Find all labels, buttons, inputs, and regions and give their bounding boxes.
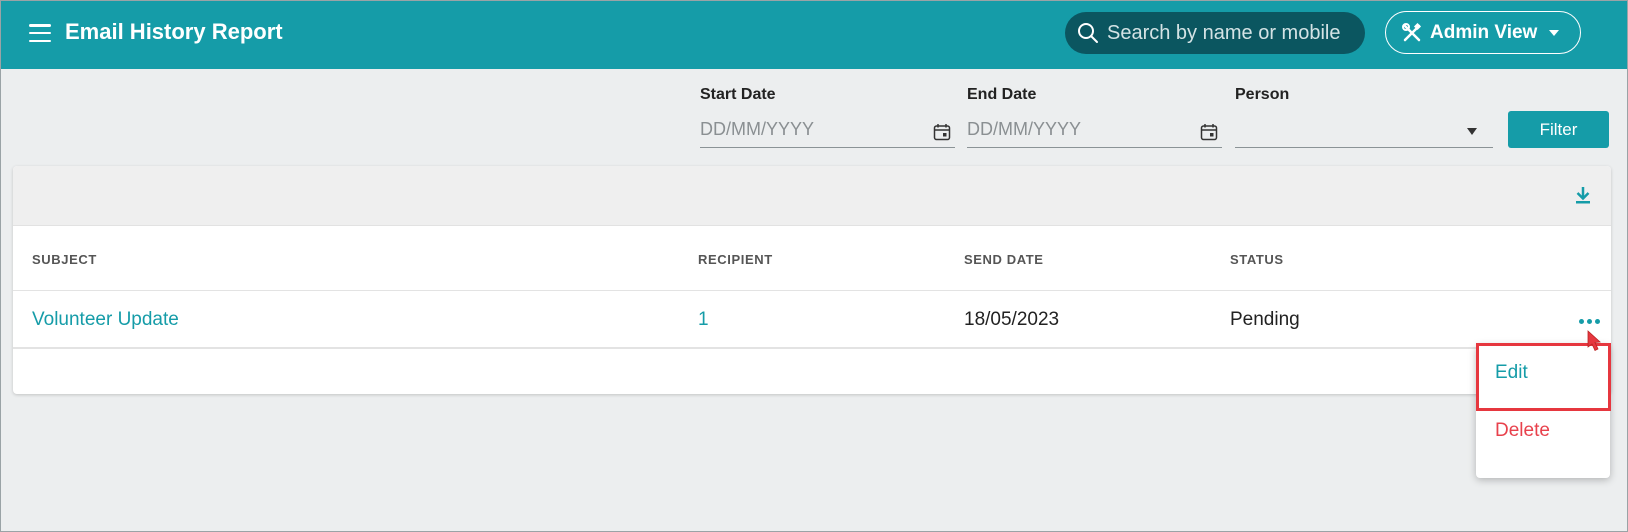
chevron-down-icon (1549, 29, 1560, 36)
person-select[interactable] (1235, 112, 1493, 148)
edit-menu-item[interactable]: Edit (1476, 344, 1610, 402)
top-bar: Email History Report Admin View (0, 0, 1628, 69)
column-recipient[interactable]: RECIPIENT (698, 252, 773, 267)
column-status[interactable]: STATUS (1230, 252, 1284, 267)
end-date-field: End Date (967, 86, 1222, 148)
person-label: Person (1235, 86, 1290, 103)
end-date-label: End Date (967, 86, 1037, 103)
start-date-input[interactable] (700, 119, 900, 140)
hamburger-icon[interactable] (29, 24, 51, 42)
table-row: Volunteer Update 1 18/05/2023 Pending (13, 291, 1611, 349)
search-icon (1078, 23, 1098, 43)
calendar-icon[interactable] (1200, 123, 1218, 141)
person-field: Person (1235, 86, 1493, 148)
admin-view-button[interactable]: Admin View (1385, 11, 1581, 54)
delete-menu-item[interactable]: Delete (1476, 402, 1610, 460)
start-date-field: Start Date (700, 86, 955, 148)
recipient-link[interactable]: 1 (698, 309, 709, 331)
row-action-menu: Edit Delete (1476, 344, 1610, 478)
send-date: 18/05/2023 (964, 309, 1060, 330)
column-send-date[interactable]: SEND DATE (964, 252, 1044, 267)
table-header: SUBJECT RECIPIENT SEND DATE STATUS (13, 226, 1611, 291)
tools-icon (1402, 22, 1422, 43)
search-box[interactable] (1065, 12, 1365, 54)
subject-link[interactable]: Volunteer Update (32, 309, 179, 331)
search-input[interactable] (1107, 21, 1357, 45)
start-date-label: Start Date (700, 86, 776, 103)
end-date-input[interactable] (967, 119, 1167, 140)
chevron-down-icon (1467, 128, 1477, 135)
filter-button[interactable]: Filter (1508, 111, 1609, 148)
calendar-icon[interactable] (933, 123, 951, 141)
download-icon[interactable] (1575, 186, 1591, 204)
status: Pending (1230, 309, 1300, 330)
card-toolbar (13, 166, 1611, 226)
column-subject[interactable]: SUBJECT (32, 252, 97, 267)
admin-view-label: Admin View (1430, 21, 1538, 43)
page-title: Email History Report (65, 19, 283, 44)
more-horizontal-icon[interactable] (1575, 307, 1603, 335)
report-card: SUBJECT RECIPIENT SEND DATE STATUS Volun… (13, 166, 1611, 394)
